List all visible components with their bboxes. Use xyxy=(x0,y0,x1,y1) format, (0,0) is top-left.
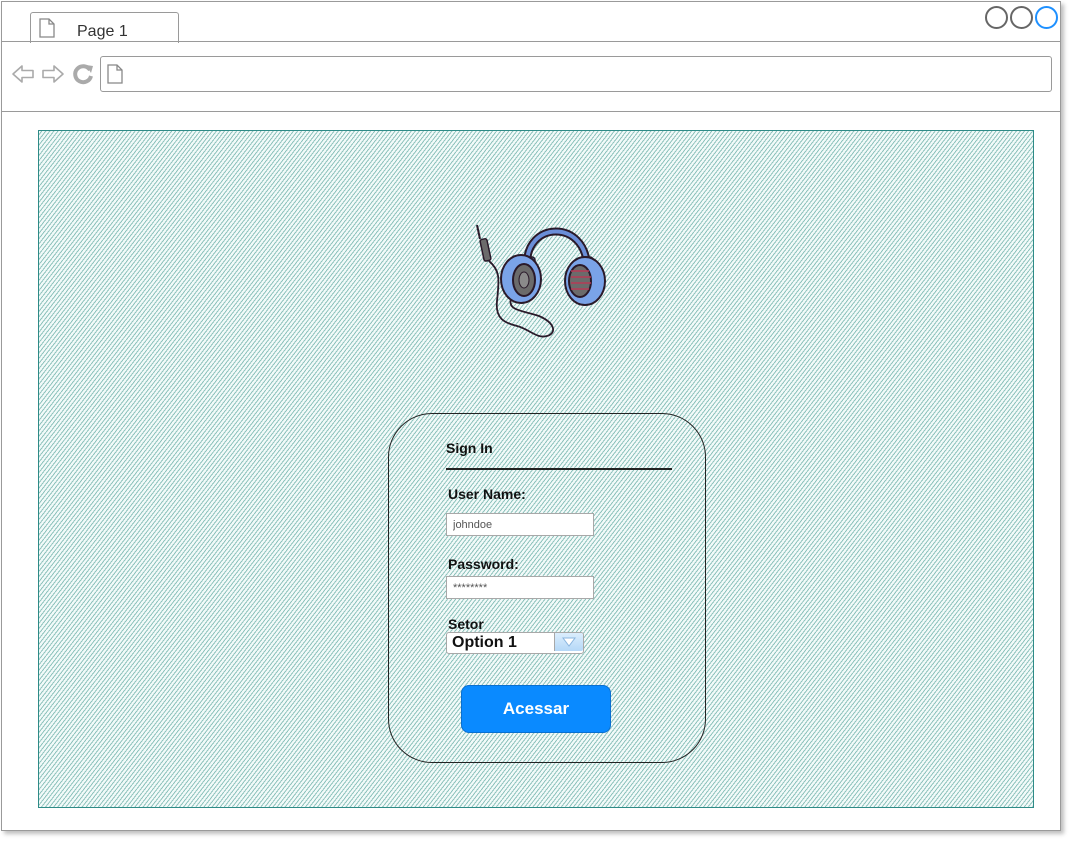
maximize-circle-icon[interactable] xyxy=(1010,6,1033,29)
username-input[interactable] xyxy=(446,513,594,536)
window-controls xyxy=(985,6,1058,29)
login-form: Sign In User Name: Password: Setor Optio… xyxy=(388,413,706,763)
login-title: Sign In xyxy=(446,440,493,456)
close-circle-icon[interactable] xyxy=(1035,6,1058,29)
password-input[interactable] xyxy=(446,576,594,599)
chevron-down-icon[interactable] xyxy=(554,633,583,651)
title-divider xyxy=(446,468,672,470)
page-icon xyxy=(39,18,55,43)
page-icon xyxy=(107,64,123,89)
username-label: User Name: xyxy=(448,486,526,502)
submit-button[interactable]: Acessar xyxy=(461,685,611,733)
navigation-buttons xyxy=(11,62,95,91)
forward-arrow-icon[interactable] xyxy=(41,63,65,90)
reload-icon[interactable] xyxy=(71,62,95,91)
sector-select[interactable]: Option 1 xyxy=(446,632,584,654)
sector-label: Setor xyxy=(448,616,484,632)
browser-tab[interactable]: Page 1 xyxy=(30,12,179,43)
address-bar[interactable] xyxy=(100,56,1052,92)
tabstrip-divider xyxy=(2,41,1060,42)
browser-window: Page 1 Sign In User Name: johndoe Passwo… xyxy=(1,1,1061,831)
back-arrow-icon[interactable] xyxy=(11,63,35,90)
password-label: Password: xyxy=(448,556,519,572)
minimize-circle-icon[interactable] xyxy=(985,6,1008,29)
tab-title: Page 1 xyxy=(77,23,128,40)
page-content-area: Sign In User Name: Password: Setor Optio… xyxy=(38,130,1034,808)
headset-icon xyxy=(467,211,617,346)
sector-selected-value: Option 1 xyxy=(452,634,517,651)
toolbar-divider xyxy=(2,111,1060,112)
